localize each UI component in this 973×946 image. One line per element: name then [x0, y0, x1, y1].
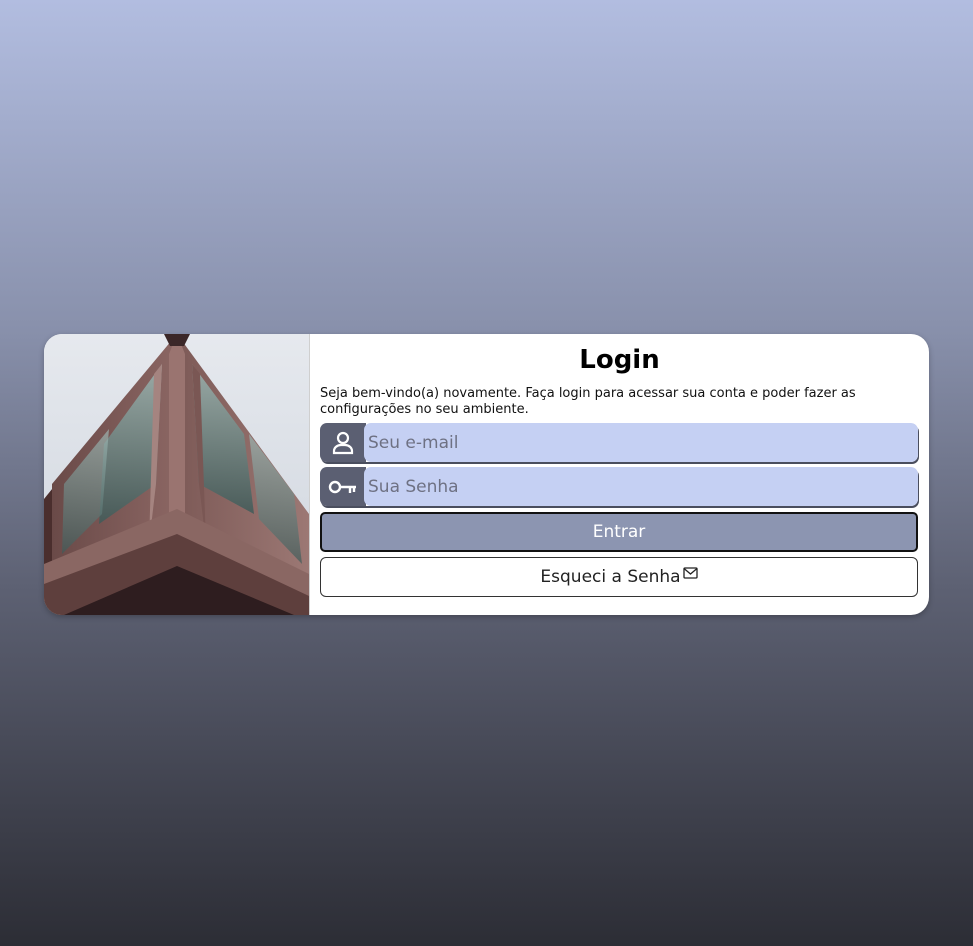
- login-card: Login Seja bem-vindo(a) novamente. Faça …: [44, 334, 929, 615]
- forgot-password-label: Esqueci a Senha: [540, 567, 681, 587]
- mail-icon: [682, 564, 698, 584]
- building-photo: [44, 334, 310, 615]
- welcome-text: Seja bem-vindo(a) novamente. Faça login …: [320, 386, 856, 417]
- email-field-group: [320, 423, 918, 462]
- password-field-group: [320, 467, 918, 506]
- password-input[interactable]: [364, 467, 918, 506]
- login-button[interactable]: Entrar: [320, 512, 918, 552]
- page-title: Login: [579, 345, 660, 375]
- key-icon: [320, 467, 366, 506]
- forgot-password-button[interactable]: Esqueci a Senha: [320, 557, 918, 597]
- login-form: Login Seja bem-vindo(a) novamente. Faça …: [310, 334, 929, 615]
- email-input[interactable]: [364, 423, 918, 462]
- user-icon: [320, 423, 366, 462]
